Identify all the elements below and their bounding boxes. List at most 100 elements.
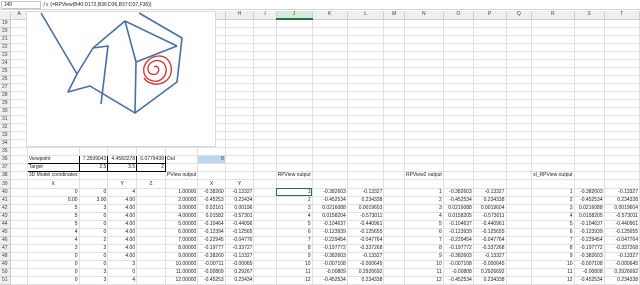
cell[interactable]	[506, 107, 533, 117]
cell[interactable]	[312, 179, 348, 189]
cell[interactable]	[604, 75, 640, 84]
cell[interactable]	[253, 131, 277, 141]
cell[interactable]: -0.382603	[312, 188, 348, 197]
cell[interactable]	[604, 123, 640, 133]
cell[interactable]: 0.0216088	[574, 204, 605, 213]
cell[interactable]: 0.01582	[197, 212, 226, 221]
cell[interactable]: 10	[531, 260, 575, 270]
cell[interactable]: 3D Model coordinates	[27, 171, 80, 181]
cell[interactable]	[574, 83, 605, 92]
cell[interactable]: 5	[27, 220, 80, 229]
column-header[interactable]: M	[383, 11, 405, 20]
cell[interactable]	[253, 107, 277, 117]
cell[interactable]	[10, 171, 28, 181]
cell[interactable]	[253, 252, 277, 261]
cell[interactable]	[136, 204, 166, 213]
cell[interactable]	[604, 59, 640, 68]
cell[interactable]: RPView output	[276, 171, 313, 181]
cell[interactable]: 4	[404, 212, 444, 221]
cell[interactable]	[473, 155, 507, 165]
cell[interactable]	[225, 163, 255, 173]
cell[interactable]	[312, 19, 348, 28]
cell[interactable]: 4.00	[107, 236, 138, 245]
cell[interactable]: -0.382603	[443, 252, 474, 261]
cell[interactable]: -0.007108	[574, 260, 605, 270]
cell[interactable]	[383, 91, 405, 101]
cell[interactable]	[604, 179, 640, 189]
cell[interactable]	[10, 19, 28, 28]
cell[interactable]	[604, 19, 640, 28]
cell[interactable]	[136, 196, 166, 205]
cell[interactable]	[574, 59, 605, 68]
cell[interactable]	[404, 67, 444, 76]
cell[interactable]: -0.125655	[473, 228, 507, 237]
cell[interactable]	[473, 99, 507, 109]
cell[interactable]	[253, 91, 277, 101]
cell[interactable]: 0	[79, 260, 109, 270]
cell[interactable]	[404, 51, 444, 60]
cell[interactable]: -0.44096	[225, 220, 255, 229]
cell[interactable]	[531, 115, 575, 125]
cell[interactable]	[604, 171, 640, 181]
cell[interactable]: 0	[79, 228, 109, 237]
cell[interactable]: -0.382603	[574, 188, 605, 197]
cell[interactable]	[136, 228, 166, 237]
cell[interactable]	[10, 188, 28, 197]
cell[interactable]	[165, 179, 199, 189]
cell[interactable]: -0.229454	[312, 236, 348, 245]
cell[interactable]: Viewpoint	[26, 155, 80, 165]
cell[interactable]	[347, 123, 385, 133]
cell[interactable]	[312, 115, 348, 125]
cell[interactable]	[253, 123, 277, 133]
cell[interactable]	[312, 131, 348, 141]
cell[interactable]	[276, 99, 313, 109]
cell[interactable]	[253, 27, 277, 36]
cell[interactable]	[253, 260, 277, 270]
cell[interactable]	[574, 35, 605, 44]
cell[interactable]	[506, 43, 533, 52]
cell[interactable]	[383, 99, 405, 109]
cell[interactable]: 10	[404, 260, 444, 270]
cell[interactable]	[383, 131, 405, 141]
cell[interactable]: -0.123939	[443, 228, 474, 237]
cell[interactable]	[506, 212, 533, 221]
cell[interactable]	[473, 43, 507, 52]
cell[interactable]	[443, 123, 474, 133]
cell[interactable]	[347, 27, 385, 36]
cell[interactable]: -0.13327	[473, 188, 507, 197]
cell[interactable]	[604, 27, 640, 36]
cell[interactable]: 4.4583278	[107, 155, 138, 165]
cell[interactable]: 3.00	[79, 196, 109, 205]
cell[interactable]: 5	[531, 220, 575, 229]
cell[interactable]	[383, 163, 405, 173]
row-header[interactable]: 32	[0, 123, 12, 133]
cell[interactable]: 4.00	[107, 244, 138, 253]
cell[interactable]	[506, 27, 533, 36]
cell[interactable]: 5	[404, 220, 444, 229]
cell[interactable]	[253, 236, 277, 245]
cell[interactable]: -0.00809	[197, 268, 226, 278]
cell[interactable]	[10, 220, 28, 229]
cell[interactable]	[347, 83, 385, 92]
cell[interactable]	[383, 212, 405, 221]
cell[interactable]: Target	[26, 163, 80, 173]
cell[interactable]	[443, 67, 474, 76]
row-header[interactable]: 50	[0, 268, 12, 278]
cell[interactable]	[10, 83, 28, 92]
cell[interactable]: 5	[276, 220, 313, 229]
cell[interactable]: -0.125655	[604, 228, 640, 237]
cell[interactable]	[107, 171, 138, 181]
cell[interactable]	[531, 163, 575, 173]
cell[interactable]	[276, 67, 313, 76]
cell[interactable]: 3.5	[107, 163, 138, 173]
cell[interactable]	[253, 115, 277, 125]
cell[interactable]	[404, 35, 444, 44]
cell[interactable]	[574, 19, 605, 28]
cell[interactable]: 0.0158204	[312, 212, 348, 221]
cell[interactable]	[383, 171, 405, 181]
cell[interactable]	[10, 27, 28, 36]
cell[interactable]: -0.45253	[197, 276, 226, 285]
cell[interactable]	[506, 276, 533, 285]
cell[interactable]	[136, 236, 166, 245]
cell[interactable]: -0.452534	[574, 276, 605, 285]
